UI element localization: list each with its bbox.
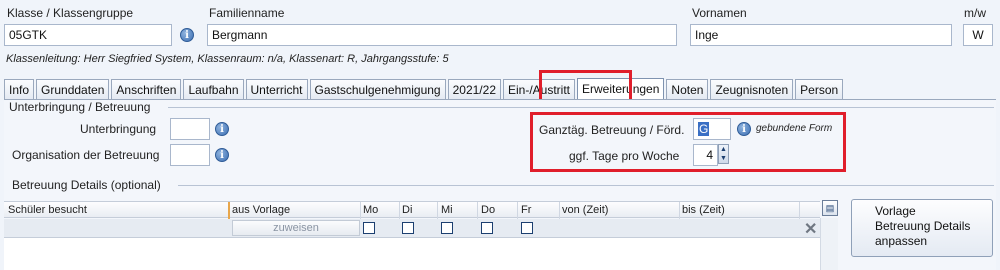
details-grid-row[interactable]: zuweisen ✕ bbox=[4, 219, 820, 238]
class-info-line: Klassenleitung: Herr Siegfried System, K… bbox=[6, 53, 449, 65]
mw-label: m/w bbox=[964, 6, 986, 20]
unterbringung-label: Unterbringung bbox=[80, 122, 157, 136]
info-icon[interactable]: i bbox=[737, 122, 751, 136]
col-von-zeit[interactable]: von (Zeit) bbox=[562, 204, 608, 216]
tage-field[interactable]: 4 bbox=[693, 144, 718, 166]
col-schueler-besucht[interactable]: Schüler besucht bbox=[8, 204, 87, 216]
klasse-label: Klasse / Klassengruppe bbox=[7, 6, 134, 20]
tab-bar: Info Grunddaten Anschriften Laufbahn Unt… bbox=[4, 78, 845, 100]
details-grid-body[interactable] bbox=[4, 238, 820, 270]
unterbringung-field[interactable] bbox=[170, 118, 210, 140]
ganztag-highlight-frame bbox=[530, 112, 846, 172]
mw-field[interactable]: W bbox=[963, 24, 993, 46]
ganztag-value: G bbox=[698, 122, 710, 136]
column-chooser-icon[interactable]: ▤ bbox=[822, 200, 838, 216]
tab-2021-22[interactable]: 2021/22 bbox=[447, 79, 501, 100]
col-mo[interactable]: Mo bbox=[363, 204, 378, 216]
details-grid-header: Schüler besucht aus Vorlage Mo Di Mi Do … bbox=[4, 201, 820, 219]
tab-anschriften[interactable]: Anschriften bbox=[111, 79, 182, 100]
vorlage-line-2: Betreuung Details bbox=[875, 219, 971, 233]
zuweisen-button[interactable]: zuweisen bbox=[232, 220, 360, 236]
col-do[interactable]: Do bbox=[481, 204, 495, 216]
delete-icon[interactable]: ✕ bbox=[804, 219, 817, 239]
tage-label: ggf. Tage pro Woche bbox=[569, 149, 680, 163]
tab-noten[interactable]: Noten bbox=[666, 79, 709, 100]
tage-spinner[interactable]: ▲ ▼ bbox=[718, 144, 729, 164]
unterbringung-group-title: Unterbringung / Betreuung bbox=[9, 100, 151, 114]
familienname-label: Familienname bbox=[209, 6, 285, 20]
do-checkbox[interactable] bbox=[481, 222, 493, 234]
ganztag-hint: gebundene Form bbox=[756, 123, 833, 134]
tab-gastschulgenehmigung[interactable]: Gastschulgenehmigung bbox=[309, 79, 446, 100]
info-icon[interactable]: i bbox=[180, 28, 194, 42]
mi-checkbox[interactable] bbox=[441, 222, 453, 234]
col-fr[interactable]: Fr bbox=[521, 204, 531, 216]
mo-checkbox[interactable] bbox=[363, 222, 375, 234]
organisation-field[interactable] bbox=[170, 144, 210, 166]
tab-zeugnisnoten[interactable]: Zeugnisnoten bbox=[710, 79, 794, 100]
group-divider bbox=[168, 107, 994, 108]
organisation-label: Organisation der Betreuung bbox=[12, 148, 160, 162]
tab-laufbahn[interactable]: Laufbahn bbox=[183, 79, 244, 100]
vorlage-line-3: anpassen bbox=[875, 234, 928, 248]
info-icon[interactable]: i bbox=[215, 148, 229, 162]
tab-unterricht[interactable]: Unterricht bbox=[245, 79, 308, 100]
tab-person[interactable]: Person bbox=[795, 79, 844, 100]
group-divider bbox=[178, 185, 994, 186]
info-icon[interactable]: i bbox=[215, 122, 229, 136]
tab-grunddaten[interactable]: Grunddaten bbox=[36, 79, 110, 100]
vornamen-field[interactable]: Inge bbox=[690, 24, 952, 46]
vornamen-label: Vornamen bbox=[692, 6, 747, 20]
fr-checkbox[interactable] bbox=[521, 222, 533, 234]
details-group-title: Betreuung Details (optional) bbox=[12, 178, 161, 192]
col-di[interactable]: Di bbox=[402, 204, 412, 216]
vorlage-anpassen-button[interactable]: Vorlage Betreuung Details anpassen bbox=[851, 199, 993, 257]
grid-scrollbar[interactable] bbox=[820, 218, 838, 270]
col-mi[interactable]: Mi bbox=[441, 204, 453, 216]
di-checkbox[interactable] bbox=[402, 222, 414, 234]
klasse-field[interactable]: 05GTK bbox=[4, 24, 172, 46]
ganztag-field[interactable]: G bbox=[693, 118, 731, 140]
col-bis-zeit[interactable]: bis (Zeit) bbox=[682, 204, 725, 216]
tab-info[interactable]: Info bbox=[4, 79, 35, 100]
col-aus-vorlage[interactable]: aus Vorlage bbox=[232, 204, 290, 216]
ganztag-label: Ganztäg. Betreuung / Förd. bbox=[539, 123, 685, 137]
familienname-field[interactable]: Bergmann bbox=[207, 24, 677, 46]
vorlage-line-1: Vorlage bbox=[875, 204, 916, 218]
